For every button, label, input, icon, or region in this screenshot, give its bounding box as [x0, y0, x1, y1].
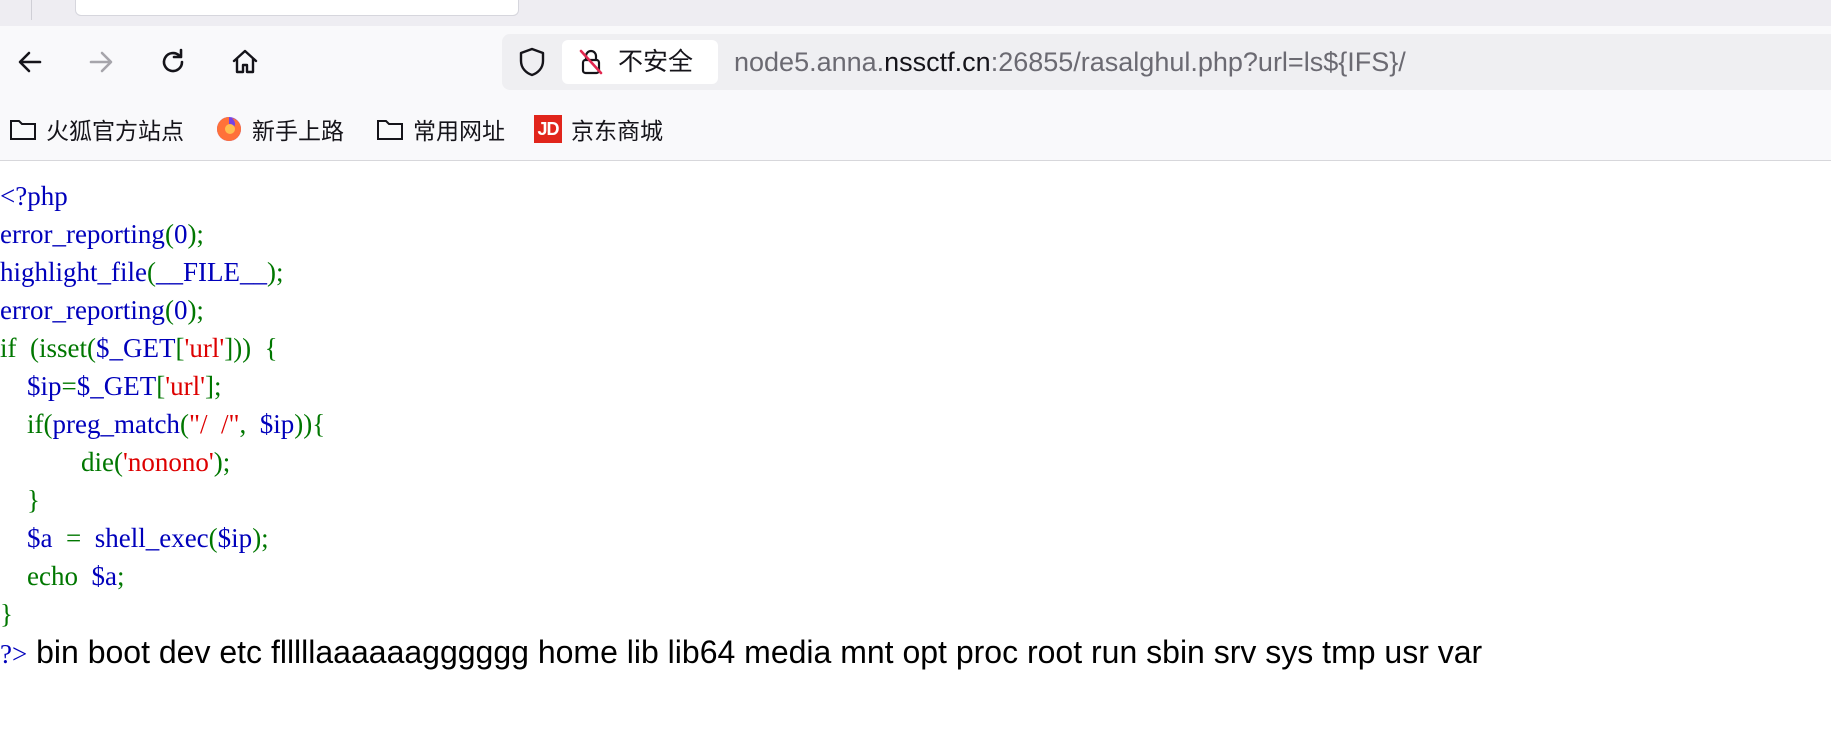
code-token: highlight_file — [0, 257, 147, 287]
bookmark-label: 火狐官方站点 — [46, 119, 184, 145]
code-token: ( — [164, 295, 174, 325]
code-token: 0 — [173, 295, 188, 325]
insecure-lock-icon — [579, 49, 603, 75]
url-host: nssctf.cn — [884, 47, 991, 77]
tab-separator — [31, 0, 32, 20]
code-token: [ — [156, 371, 166, 401]
code-token: ); — [266, 257, 284, 287]
folder-icon — [8, 114, 38, 144]
bookmark-item[interactable]: JD 京东商城 — [533, 112, 663, 146]
page-content: <?php error_reporting(0); highlight_file… — [0, 177, 1831, 673]
address-bar[interactable]: 不安全 node5.anna.nssctf.cn:26855/rasalghul… — [502, 34, 1831, 90]
code-token: $a — [91, 561, 117, 591]
code-string: "/ /" — [188, 409, 240, 439]
active-tab[interactable] — [75, 0, 519, 16]
home-button[interactable] — [228, 45, 262, 79]
code-token: ); — [213, 447, 231, 477]
code-token: if( — [0, 409, 53, 439]
code-token: __FILE__ — [155, 257, 267, 287]
code-token: ; — [116, 561, 125, 591]
navigation-toolbar: 不安全 node5.anna.nssctf.cn:26855/rasalghul… — [0, 26, 1831, 98]
bookmarks-toolbar: 火狐官方站点 新手上路 常用网址 JD 京东商城 — [0, 98, 1831, 161]
url-prefix: node5.anna. — [734, 47, 885, 77]
bookmark-item[interactable]: 新手上路 — [214, 112, 344, 146]
code-token: 0 — [173, 219, 188, 249]
code-token: $a — [27, 523, 53, 553]
code-token: $_GET — [76, 371, 157, 401]
url-path: :26855/rasalghul.php?url=ls${IFS}/ — [990, 47, 1406, 77]
code-token: ); — [187, 295, 204, 325]
code-token: ); — [187, 219, 204, 249]
code-token: echo — [0, 561, 92, 591]
firefox-icon — [214, 114, 244, 144]
command-output: bin boot dev etc flllllaaaaaagggggg home… — [27, 634, 1483, 670]
code-token: ( — [208, 523, 218, 553]
bookmark-item[interactable]: 火狐官方站点 — [8, 112, 184, 146]
code-token: $ip — [27, 371, 62, 401]
code-string: 'nonono' — [122, 447, 214, 477]
code-token: ( — [179, 409, 189, 439]
code-token: die( — [0, 447, 123, 477]
jd-logo-icon: JD — [533, 114, 563, 144]
reload-button[interactable] — [156, 45, 190, 79]
forward-arrow-icon — [89, 51, 113, 73]
code-token: = — [61, 371, 77, 401]
bookmark-label: 常用网址 — [413, 119, 505, 145]
code-token: ( — [164, 219, 174, 249]
code-token: error_reporting — [0, 219, 165, 249]
code-token: ); — [252, 523, 269, 553]
back-button[interactable] — [13, 45, 47, 79]
code-line: } — [0, 599, 13, 629]
security-label: 不安全 — [618, 47, 694, 76]
php-close-tag: ?> — [0, 639, 28, 669]
code-token: error_reporting — [0, 295, 165, 325]
code-token: $ip — [217, 523, 253, 553]
bookmark-item[interactable]: 常用网址 — [375, 112, 505, 146]
code-token: ( — [146, 257, 156, 287]
url-text[interactable]: node5.anna.nssctf.cn:26855/rasalghul.php… — [734, 46, 1406, 78]
code-string: 'url' — [184, 333, 225, 363]
back-arrow-icon — [18, 51, 42, 73]
folder-icon — [375, 114, 405, 144]
code-string: 'url' — [165, 371, 205, 401]
bookmark-label: 京东商城 — [571, 119, 663, 145]
security-indicator[interactable]: 不安全 — [562, 40, 718, 84]
code-token: $_GET — [95, 333, 176, 363]
code-token: )){ — [294, 409, 326, 439]
reload-icon — [162, 48, 184, 73]
jd-logo-text: JD — [534, 115, 562, 143]
code-token: shell_exec — [94, 523, 209, 553]
forward-button[interactable] — [84, 45, 118, 79]
code-token: if (isset( — [0, 333, 96, 363]
code-token: ]; — [204, 371, 222, 401]
php-source-code: <?php error_reporting(0); highlight_file… — [0, 177, 1831, 673]
code-token: = — [52, 523, 95, 553]
bookmark-label: 新手上路 — [252, 119, 344, 145]
shield-icon[interactable] — [516, 46, 548, 78]
code-line: } — [0, 485, 40, 515]
code-token: ])) { — [224, 333, 278, 363]
code-token: $ip — [259, 409, 295, 439]
tab-strip — [0, 0, 1831, 26]
home-icon — [232, 49, 258, 74]
code-token: preg_match — [52, 409, 180, 439]
code-line: <?php — [0, 181, 68, 211]
code-token: , — [239, 409, 260, 439]
